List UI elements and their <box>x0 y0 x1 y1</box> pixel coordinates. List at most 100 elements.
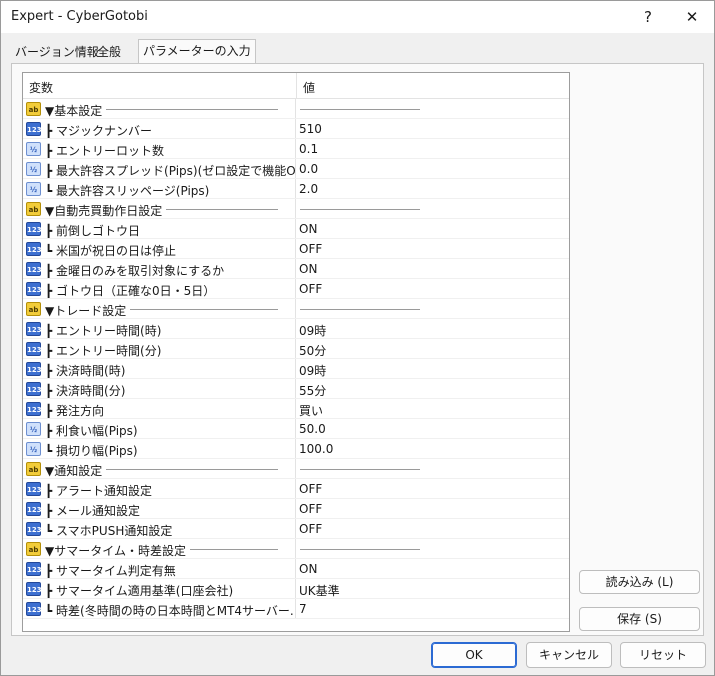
integer-type-icon: 123 <box>26 362 42 376</box>
help-icon[interactable]: ? <box>633 3 663 31</box>
integer-type-icon: 123 <box>26 502 42 516</box>
parameter-row[interactable]: 123 ┣ サマータイム判定有無 ON <box>23 559 569 579</box>
group-separator-line <box>166 209 278 210</box>
parameter-value[interactable]: OFF <box>299 282 567 296</box>
parameter-label: ┣ 前倒しゴトウ日 <box>45 224 141 238</box>
parameter-value[interactable]: 09時 <box>299 362 567 379</box>
parameter-value[interactable]: 50.0 <box>299 422 567 436</box>
parameter-row[interactable]: 123 ┣ エントリー時間(分) 50分 <box>23 339 569 359</box>
parameter-row[interactable]: 123 ┗ スマホPUSH通知設定 OFF <box>23 519 569 539</box>
parameter-row[interactable]: ½ ┣ エントリーロット数 0.1 <box>23 139 569 159</box>
parameter-name-cell: 123 ┣ メール通知設定 <box>23 499 296 518</box>
parameter-label: ▼自動売買動作日設定 <box>45 204 163 218</box>
parameter-label: ┗ スマホPUSH通知設定 <box>45 524 173 538</box>
parameter-name-cell: ½ ┣ 利食い幅(Pips) <box>23 419 296 438</box>
column-separator[interactable] <box>296 73 297 99</box>
double-type-icon: ½ <box>26 422 41 436</box>
parameter-label: ┣ 利食い幅(Pips) <box>45 424 138 438</box>
group-separator-line <box>130 309 278 310</box>
parameter-value[interactable]: OFF <box>299 482 567 496</box>
parameter-row[interactable]: 123 ┣ サマータイム適用基準(口座会社) UK基準 <box>23 579 569 599</box>
parameter-name-cell: 123 ┣ サマータイム判定有無 <box>23 559 296 578</box>
cancel-button[interactable]: キャンセル <box>526 642 612 668</box>
parameters-panel: 変数 値 ab ▼基本設定 123 ┣ マジックナンバー 510 ½ ┣ エントリーロット数… <box>11 63 704 636</box>
parameter-label: ┗ 最大許容スリッページ(Pips) <box>45 184 210 198</box>
parameter-name-cell: 123 ┗ 時差(冬時間の時の日本時間とMT4サーバー.. <box>23 599 296 618</box>
integer-type-icon: 123 <box>26 402 42 416</box>
grid-rows: ab ▼基本設定 123 ┣ マジックナンバー 510 ½ ┣ エントリーロット数 0.1 ½ ┣… <box>23 99 569 619</box>
parameter-row[interactable]: 123 ┗ 時差(冬時間の時の日本時間とMT4サーバー.. 7 <box>23 599 569 619</box>
parameter-row[interactable]: 123 ┣ 発注方向 買い <box>23 399 569 419</box>
parameter-value[interactable]: 09時 <box>299 322 567 339</box>
group-separator-line <box>300 549 420 550</box>
parameters-grid[interactable]: 変数 値 ab ▼基本設定 123 ┣ マジックナンバー 510 ½ ┣ エントリーロット数… <box>22 72 570 632</box>
double-type-icon: ½ <box>26 442 41 456</box>
parameter-row[interactable]: 123 ┣ 金曜日のみを取引対象にするか ON <box>23 259 569 279</box>
parameter-row[interactable]: 123 ┣ 決済時間(分) 55分 <box>23 379 569 399</box>
parameter-row[interactable]: ½ ┗ 最大許容スリッページ(Pips) 2.0 <box>23 179 569 199</box>
parameter-row[interactable]: 123 ┗ 米国が祝日の日は停止 OFF <box>23 239 569 259</box>
close-icon[interactable]: ✕ <box>677 3 707 31</box>
group-row[interactable]: ab ▼サマータイム・時差設定 <box>23 539 569 559</box>
tab-general[interactable]: 全般 <box>93 42 125 62</box>
parameter-name-cell: ½ ┣ 最大許容スプレッド(Pips)(ゼロ設定で機能Off) <box>23 159 296 178</box>
parameter-value[interactable]: 50分 <box>299 342 567 359</box>
save-button[interactable]: 保存 (S) <box>579 607 700 631</box>
parameter-row[interactable]: ½ ┣ 利食い幅(Pips) 50.0 <box>23 419 569 439</box>
parameter-value[interactable]: 0.0 <box>299 162 567 176</box>
parameter-value[interactable]: 100.0 <box>299 442 567 456</box>
parameter-name-cell: 123 ┣ 決済時間(分) <box>23 379 296 398</box>
string-type-icon: ab <box>26 302 41 316</box>
parameter-row[interactable]: 123 ┣ マジックナンバー 510 <box>23 119 569 139</box>
parameter-row[interactable]: 123 ┣ 前倒しゴトウ日 ON <box>23 219 569 239</box>
double-type-icon: ½ <box>26 142 41 156</box>
tab-input-parameters[interactable]: パラメーターの入力 <box>138 39 256 63</box>
integer-type-icon: 123 <box>26 522 42 536</box>
parameter-value[interactable]: ON <box>299 262 567 276</box>
integer-type-icon: 123 <box>26 262 42 276</box>
parameter-value[interactable]: 510 <box>299 122 567 136</box>
tab-version-info[interactable]: バージョン情報 <box>11 42 103 62</box>
parameter-label: ┣ 最大許容スプレッド(Pips)(ゼロ設定で機能Off) <box>45 164 296 178</box>
parameter-value[interactable]: ON <box>299 562 567 576</box>
column-value[interactable]: 値 <box>303 79 315 96</box>
group-row[interactable]: ab ▼トレード設定 <box>23 299 569 319</box>
parameter-label: ┣ アラート通知設定 <box>45 484 153 498</box>
string-type-icon: ab <box>26 462 41 476</box>
parameter-label: ┣ 金曜日のみを取引対象にするか <box>45 264 225 278</box>
parameter-row[interactable]: 123 ┣ メール通知設定 OFF <box>23 499 569 519</box>
parameter-label: ┣ エントリー時間(分) <box>45 344 162 358</box>
parameter-value[interactable]: 0.1 <box>299 142 567 156</box>
parameter-name-cell: 123 ┣ エントリー時間(分) <box>23 339 296 358</box>
group-separator-line <box>106 109 278 110</box>
column-variable[interactable]: 変数 <box>29 79 53 96</box>
parameter-value[interactable]: OFF <box>299 502 567 516</box>
parameter-value[interactable]: UK基準 <box>299 582 567 599</box>
tab-strip: バージョン情報 全般 パラメーターの入力 <box>1 39 714 63</box>
parameter-row[interactable]: ½ ┣ 最大許容スプレッド(Pips)(ゼロ設定で機能Off) 0.0 <box>23 159 569 179</box>
group-row[interactable]: ab ▼自動売買動作日設定 <box>23 199 569 219</box>
parameter-value[interactable]: 買い <box>299 402 567 419</box>
parameter-label: ┣ 決済時間(分) <box>45 384 126 398</box>
parameter-value[interactable]: OFF <box>299 242 567 256</box>
parameter-value[interactable]: 55分 <box>299 382 567 399</box>
ok-button[interactable]: OK <box>431 642 517 668</box>
parameter-row[interactable]: 123 ┣ エントリー時間(時) 09時 <box>23 319 569 339</box>
title-bar[interactable]: Expert - CyberGotobi ? ✕ <box>1 1 714 33</box>
load-button[interactable]: 読み込み (L) <box>579 570 700 594</box>
group-row[interactable]: ab ▼通知設定 <box>23 459 569 479</box>
parameter-row[interactable]: 123 ┣ ゴトウ日（正確な0日・5日） OFF <box>23 279 569 299</box>
parameter-name-cell: 123 ┣ 決済時間(時) <box>23 359 296 378</box>
parameter-row[interactable]: 123 ┣ アラート通知設定 OFF <box>23 479 569 499</box>
parameter-value[interactable]: OFF <box>299 522 567 536</box>
parameter-row[interactable]: ½ ┗ 損切り幅(Pips) 100.0 <box>23 439 569 459</box>
parameter-name-cell: 123 ┣ サマータイム適用基準(口座会社) <box>23 579 296 598</box>
group-row[interactable]: ab ▼基本設定 <box>23 99 569 119</box>
parameter-value[interactable]: 7 <box>299 602 567 616</box>
parameter-label: ┣ サマータイム判定有無 <box>45 564 176 578</box>
parameter-row[interactable]: 123 ┣ 決済時間(時) 09時 <box>23 359 569 379</box>
reset-button[interactable]: リセット <box>620 642 706 668</box>
integer-type-icon: 123 <box>26 122 42 136</box>
parameter-value[interactable]: 2.0 <box>299 182 567 196</box>
parameter-value[interactable]: ON <box>299 222 567 236</box>
